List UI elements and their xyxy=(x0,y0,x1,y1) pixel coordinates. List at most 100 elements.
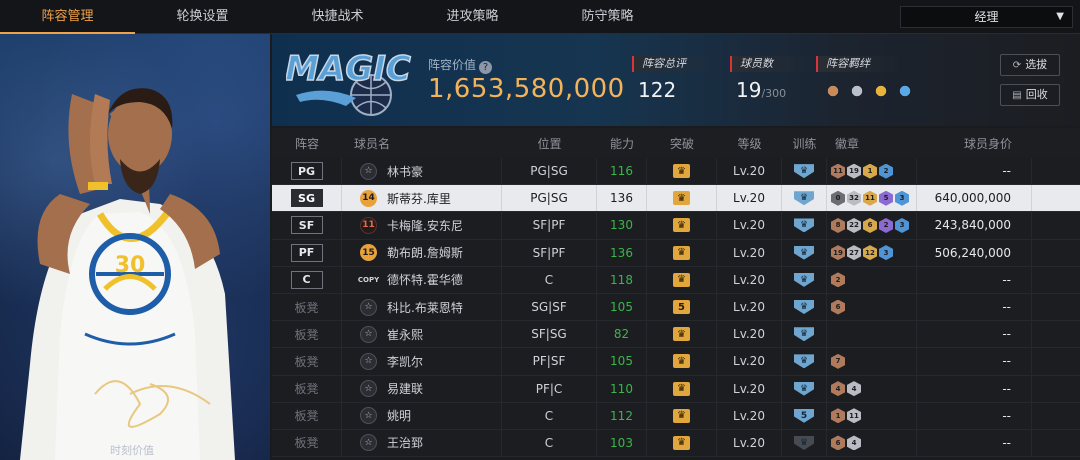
badge-blue: 2 xyxy=(879,163,893,179)
badges-cell[interactable] xyxy=(827,321,917,348)
col-badges[interactable]: 徽章 xyxy=(827,135,917,152)
breakthrough-cell[interactable]: ♛ xyxy=(647,429,717,457)
badges-cell[interactable]: 6 xyxy=(827,293,917,321)
table-row[interactable]: PG ☆ 林书豪 PG|SG 116 ♛ Lv.20 ♛ 11 19 1 2 -- xyxy=(272,158,1080,186)
breakthrough-cell[interactable]: ♛ xyxy=(647,158,717,185)
jersey-number-badge: COPY xyxy=(357,275,380,284)
training-shield-icon: ♛ xyxy=(794,435,814,450)
level-cell: Lv.20 xyxy=(717,348,782,375)
badge-gold: 12 xyxy=(863,245,877,261)
tab-offense[interactable]: 进攻策略 xyxy=(405,0,540,34)
badge-purple: 2 xyxy=(879,217,893,233)
badges-cell[interactable]: 64 xyxy=(827,429,917,457)
table-row[interactable]: 板凳 ☆ 易建联 PF|C 110 ♛ Lv.20 ♛ 44 -- xyxy=(272,375,1080,403)
training-cell[interactable]: ♛ xyxy=(782,375,827,402)
badges-cell[interactable]: 19 27 12 3 xyxy=(827,239,917,266)
col-player-name[interactable]: 球员名 xyxy=(342,135,502,152)
player-card[interactable]: 30 时刻价值 xyxy=(0,34,270,460)
ability-cell: 136 xyxy=(597,239,647,266)
breakthrough-cell[interactable]: ♛ xyxy=(647,239,717,266)
player-count-value: 19/300 xyxy=(736,78,787,102)
table-row[interactable]: PF 15 勒布朗.詹姆斯 SF|PF 136 ♛ Lv.20 ♛ 19 27 12 3… xyxy=(272,239,1080,267)
badges-cell[interactable]: 7 xyxy=(827,348,917,375)
training-cell[interactable]: ♛ xyxy=(782,293,827,321)
roster-table: 阵容 球员名 位置 能力 突破 等级 训练 徽章 球员身价 PG ☆ 林书豪 PG… xyxy=(272,128,1080,458)
recycle-button[interactable]: ▤ 回收 xyxy=(1000,84,1060,106)
ability-cell: 118 xyxy=(597,266,647,293)
tab-defense[interactable]: 防守策略 xyxy=(540,0,675,34)
help-icon[interactable]: ? xyxy=(479,61,493,74)
breakthrough-cell[interactable]: ♛ xyxy=(647,185,717,212)
badges-cell[interactable]: 2 xyxy=(827,266,917,293)
table-row[interactable]: SG 14 斯蒂芬.库里 PG|SG 136 ♛ Lv.20 ♛ 0 32 11 5 3 … xyxy=(272,185,1080,213)
training-cell[interactable]: 5 xyxy=(782,402,827,429)
level-cell: Lv.20 xyxy=(717,212,782,239)
breakthrough-cell[interactable]: ♛ xyxy=(647,402,717,429)
breakthrough-cell[interactable]: 5 xyxy=(647,293,717,321)
breakthrough-cell[interactable]: ♛ xyxy=(647,321,717,348)
position-cell: C xyxy=(502,402,597,429)
training-cell[interactable]: ♛ xyxy=(782,185,827,212)
role-dropdown[interactable]: 经理 ▼ xyxy=(900,6,1073,28)
training-cell[interactable]: ♛ xyxy=(782,158,827,185)
badges-cell[interactable]: 1 11 xyxy=(827,402,917,429)
position-cell: PF|SF xyxy=(502,348,597,375)
table-row[interactable]: C COPY 德怀特.霍华德 C 118 ♛ Lv.20 ♛ 2 -- xyxy=(272,266,1080,294)
badges-cell[interactable]: 11 19 1 2 xyxy=(827,158,917,185)
value-cell: -- xyxy=(917,293,1032,321)
training-cell[interactable]: ♛ xyxy=(782,429,827,457)
breakthrough-cell[interactable]: ♛ xyxy=(647,375,717,402)
tab-rotation[interactable]: 轮换设置 xyxy=(135,0,270,34)
table-row[interactable]: 板凳 ☆ 姚明 C 112 ♛ Lv.20 5 1 11 -- xyxy=(272,402,1080,430)
svg-text:30: 30 xyxy=(115,253,146,278)
training-cell[interactable]: ♛ xyxy=(782,348,827,375)
chemistry-silver-icon[interactable] xyxy=(848,82,866,100)
lineup-value-label: 阵容价值? xyxy=(428,56,493,74)
tab-lineup[interactable]: 阵容管理 xyxy=(0,0,135,34)
chemistry-blue-icon[interactable] xyxy=(896,82,914,100)
value-cell: -- xyxy=(917,266,1032,293)
tab-quick-tactics[interactable]: 快捷战术 xyxy=(270,0,405,34)
training-cell[interactable]: ♛ xyxy=(782,212,827,239)
col-lineup[interactable]: 阵容 xyxy=(272,135,342,152)
position-tag: SF xyxy=(290,216,323,235)
table-row[interactable]: 板凳 ☆ 科比.布莱恩特 SG|SF 105 5 Lv.20 ♛ 6 -- xyxy=(272,293,1080,322)
chemistry-gold-icon[interactable] xyxy=(872,82,890,100)
col-training[interactable]: 训练 xyxy=(782,135,827,152)
breakthrough-cell[interactable]: ♛ xyxy=(647,348,717,375)
breakthrough-cell[interactable]: ♛ xyxy=(647,212,717,239)
lineup-cell: 板凳 xyxy=(272,429,342,457)
value-cell: -- xyxy=(917,348,1032,375)
col-player-value[interactable]: 球员身价 xyxy=(917,135,1032,152)
select-button[interactable]: ⟳ 选拔 xyxy=(1000,54,1060,76)
name-cell: 11 卡梅隆.安东尼 xyxy=(342,212,502,239)
training-cell[interactable]: ♛ xyxy=(782,321,827,348)
badges-cell[interactable]: 8 22 6 2 3 xyxy=(827,212,917,239)
table-row[interactable]: SF 11 卡梅隆.安东尼 SF|PF 130 ♛ Lv.20 ♛ 8 22 6 2 3 … xyxy=(272,212,1080,240)
breakthrough-cell[interactable]: ♛ xyxy=(647,266,717,293)
col-level[interactable]: 等级 xyxy=(717,135,782,152)
table-row[interactable]: 板凳 ☆ 李凯尔 PF|SF 105 ♛ Lv.20 ♛ 7 -- xyxy=(272,348,1080,376)
chemistry-label: 阵容羁绊 xyxy=(816,56,900,72)
table-row[interactable]: 板凳 ☆ 崔永熙 SF|SG 82 ♛ Lv.20 ♛ -- xyxy=(272,321,1080,349)
crown-icon: ♛ xyxy=(673,327,690,342)
chemistry-icons[interactable] xyxy=(824,82,914,100)
player-name: 林书豪 xyxy=(387,164,424,179)
crown-icon: ♛ xyxy=(673,164,690,179)
ability-cell: 136 xyxy=(597,185,647,212)
table-row[interactable]: 板凳 ☆ 王治郅 C 103 ♛ Lv.20 ♛ 64 -- xyxy=(272,429,1080,458)
star-icon: ☆ xyxy=(360,325,377,343)
training-cell[interactable]: ♛ xyxy=(782,266,827,293)
badges-cell[interactable]: 0 32 11 5 3 xyxy=(827,185,917,212)
col-ability[interactable]: 能力 xyxy=(597,135,647,152)
col-breakthrough[interactable]: 突破 xyxy=(647,135,717,152)
badge-bronze: 11 xyxy=(831,163,845,179)
col-position[interactable]: 位置 xyxy=(502,135,597,152)
chemistry-bronze-icon[interactable] xyxy=(824,82,842,100)
position-cell: PF|C xyxy=(502,375,597,402)
badges-cell[interactable]: 44 xyxy=(827,375,917,402)
training-cell[interactable]: ♛ xyxy=(782,239,827,266)
bench-label: 板凳 xyxy=(294,436,319,451)
position-cell: SF|PF xyxy=(502,212,597,239)
jersey-number-badge: 14 xyxy=(360,189,377,207)
